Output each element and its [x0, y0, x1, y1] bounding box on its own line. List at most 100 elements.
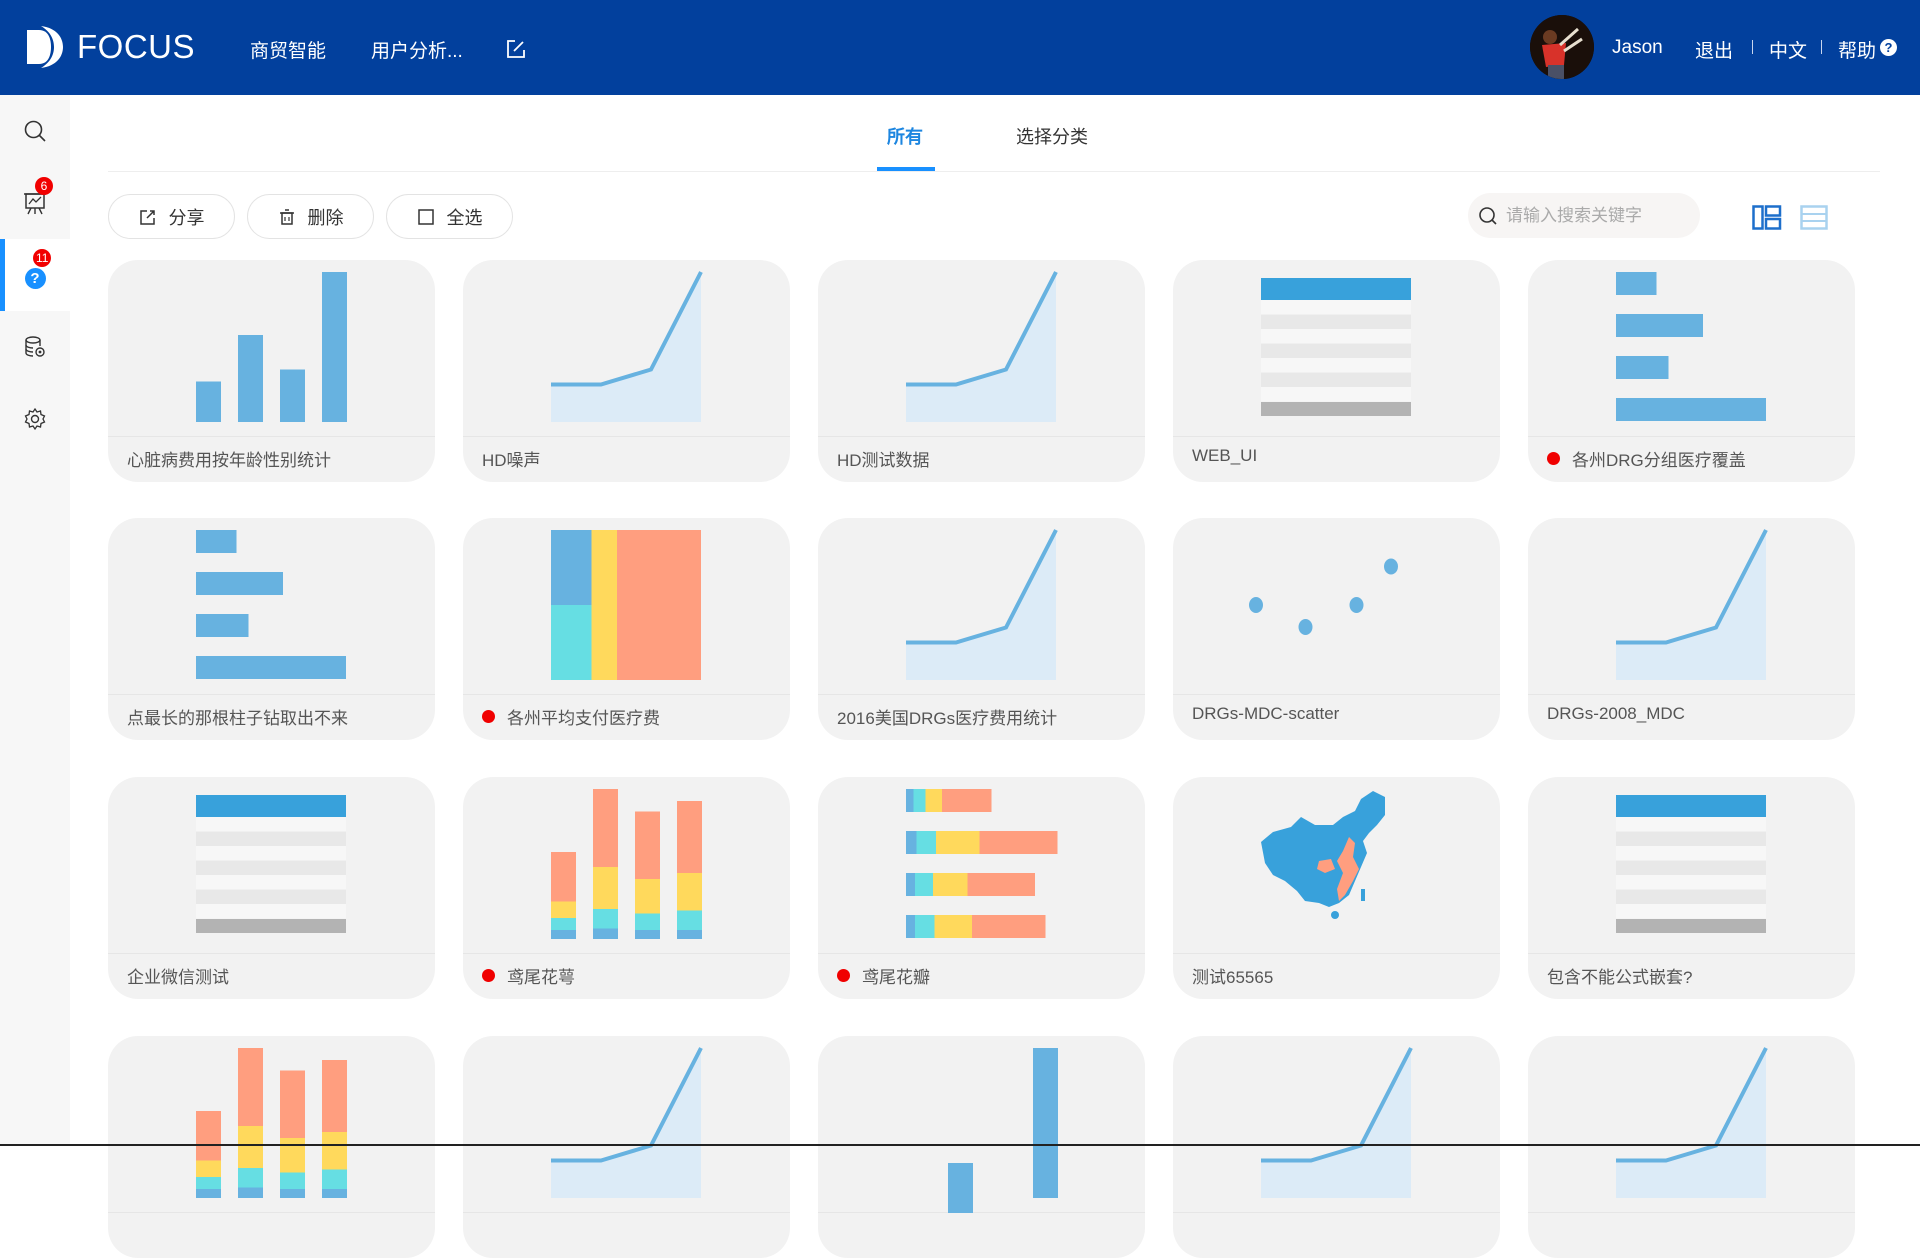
treemap-cell: [551, 605, 592, 680]
focus-logo-icon[interactable]: [25, 24, 65, 70]
report-card[interactable]: 测试65565: [1173, 777, 1500, 999]
notification-badge: 11: [33, 249, 52, 267]
card-title: WEB_UI: [1192, 446, 1257, 466]
list-view-icon[interactable]: [1800, 205, 1830, 230]
thumbnail-chart: [906, 529, 1058, 680]
card-title-text: 包含不能公式嵌套?: [1547, 968, 1693, 987]
report-card[interactable]: 鸢尾花萼: [463, 777, 790, 999]
table-row-mark: [1616, 875, 1766, 890]
stacked-segment: [933, 873, 968, 896]
help-icon[interactable]: ?: [1880, 39, 1897, 56]
grid-view-icon[interactable]: [1752, 205, 1782, 230]
thumbnail-chart: [551, 271, 703, 422]
map-mainland: [1261, 791, 1385, 907]
card-thumbnail: [1173, 260, 1500, 437]
report-card[interactable]: 点最长的那根柱子钻取出不来: [108, 518, 435, 740]
nav-user-analysis[interactable]: 用户分析...: [371, 36, 463, 63]
table-row-mark: [1261, 387, 1411, 402]
card-title-text: 各州DRG分组医疗覆盖: [1572, 451, 1746, 470]
report-card[interactable]: [1528, 1036, 1855, 1258]
card-title: 2016美国DRGs医疗费用统计: [837, 704, 1057, 729]
search-input[interactable]: [1506, 205, 1686, 226]
card-title: 各州平均支付医疗费: [482, 704, 660, 729]
report-card[interactable]: 各州DRG分组医疗覆盖: [1528, 260, 1855, 482]
tab-all[interactable]: 所有: [887, 123, 923, 149]
sidebar-item-search[interactable]: [0, 95, 70, 167]
stacked-segment: [551, 930, 576, 939]
scatter-point: [1298, 619, 1313, 635]
bar-mark: [238, 335, 263, 422]
card-thumbnail: [818, 777, 1145, 954]
report-card[interactable]: 包含不能公式嵌套?: [1528, 777, 1855, 999]
card-thumbnail: [1173, 777, 1500, 954]
stacked-segment: [593, 909, 618, 929]
bar-mark: [196, 381, 221, 422]
card-title-text: 心脏病费用按年龄性别统计: [127, 451, 331, 470]
stacked-segment: [238, 1168, 263, 1188]
report-card[interactable]: HD噪声: [463, 260, 790, 482]
share-button[interactable]: 分享: [108, 194, 235, 239]
sidebar-item-presentation[interactable]: 6: [0, 167, 70, 239]
thumbnail-chart: [551, 789, 702, 939]
treemap-cell: [617, 530, 701, 680]
stacked-segment: [906, 789, 914, 812]
table-row-mark: [1261, 358, 1411, 373]
report-card[interactable]: [108, 1036, 435, 1258]
table-header-mark: [1616, 795, 1766, 817]
delete-button[interactable]: 删除: [247, 194, 374, 239]
top-header: FOCUS 商贸智能 用户分析... Jason 退出 中文 帮助 ?: [0, 0, 1920, 95]
tab-select-category[interactable]: 选择分类: [1016, 123, 1088, 149]
card-title: 点最长的那根柱子钻取出不来: [127, 704, 348, 729]
thumbnail-chart: [196, 795, 346, 933]
stacked-segment: [635, 913, 660, 930]
report-card[interactable]: [463, 1036, 790, 1258]
edit-icon[interactable]: [505, 38, 527, 60]
stacked-segment: [934, 915, 972, 938]
logout-link[interactable]: 退出: [1695, 36, 1733, 63]
avatar[interactable]: [1530, 15, 1594, 79]
trash-icon: [279, 208, 294, 225]
thumbnail-chart: [196, 272, 347, 422]
stacked-segment: [677, 930, 702, 939]
search-icon: [1479, 206, 1497, 225]
table-row-mark: [1261, 372, 1411, 387]
help-link[interactable]: 帮助: [1838, 36, 1876, 63]
table-footer-mark: [1261, 402, 1411, 416]
treemap-cell: [591, 530, 617, 680]
stacked-segment: [196, 1189, 221, 1198]
report-card[interactable]: 鸢尾花瓣: [818, 777, 1145, 999]
thumbnail-chart: [1616, 272, 1766, 421]
report-card[interactable]: 心脏病费用按年龄性别统计: [108, 260, 435, 482]
report-card[interactable]: DRGs-MDC-scatter: [1173, 518, 1500, 740]
scatter-point: [1349, 597, 1364, 613]
nav-commerce-intelligence[interactable]: 商贸智能: [250, 36, 326, 63]
language-switch[interactable]: 中文: [1769, 36, 1807, 63]
report-card[interactable]: HD测试数据: [818, 260, 1145, 482]
report-card[interactable]: [1173, 1036, 1500, 1258]
share-label: 分享: [168, 207, 205, 228]
report-card[interactable]: WEB_UI: [1173, 260, 1500, 482]
sidebar-item-data-sources[interactable]: [0, 311, 70, 383]
report-card[interactable]: DRGs-2008_MDC: [1528, 518, 1855, 740]
thumbnail-chart: [1261, 1047, 1413, 1198]
table-row-mark: [196, 889, 346, 904]
sidebar-item-settings[interactable]: [0, 383, 70, 455]
report-card[interactable]: [818, 1036, 1145, 1258]
notification-badge: 6: [35, 177, 53, 195]
stacked-segment: [906, 915, 915, 938]
report-card[interactable]: 各州平均支付医疗费: [463, 518, 790, 740]
table-footer-mark: [196, 919, 346, 933]
report-card[interactable]: 企业微信测试: [108, 777, 435, 999]
database-settings-icon: [25, 336, 45, 357]
header-separator: [1821, 40, 1822, 54]
user-name[interactable]: Jason: [1612, 37, 1663, 59]
table-row-mark: [196, 846, 346, 861]
stacked-segment: [238, 1048, 263, 1126]
select-all-button[interactable]: 全选: [386, 194, 513, 239]
brand-name: FOCUS: [77, 28, 195, 65]
sidebar-item-questions[interactable]: ? 11: [0, 239, 70, 311]
area-fill: [1261, 1048, 1411, 1198]
card-thumbnail: [463, 260, 790, 437]
report-card[interactable]: 2016美国DRGs医疗费用统计: [818, 518, 1145, 740]
stacked-segment: [979, 831, 1058, 854]
